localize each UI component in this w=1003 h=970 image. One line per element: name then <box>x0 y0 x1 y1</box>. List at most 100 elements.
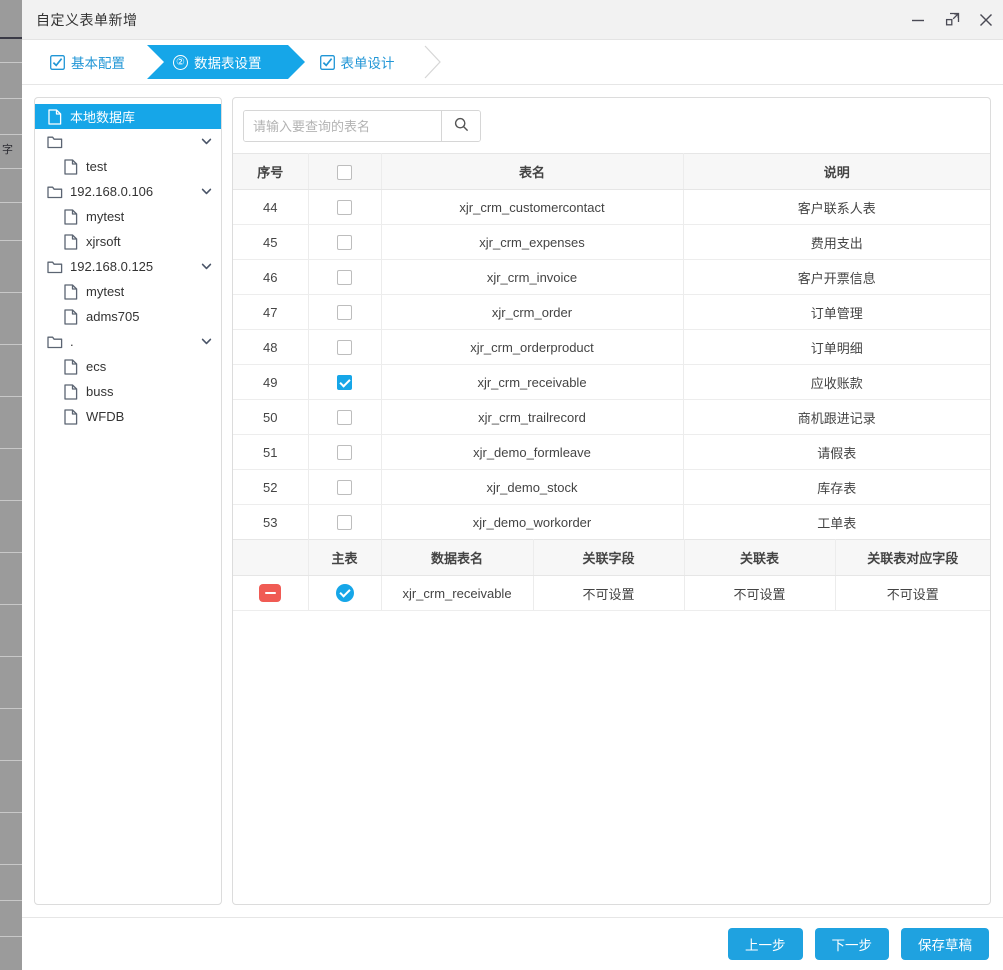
row-checkbox[interactable] <box>337 235 352 251</box>
row-checkbox[interactable] <box>337 375 352 391</box>
table-row[interactable]: 53 xjr_demo_workorder 工单表 <box>233 504 990 540</box>
maximize-button[interactable] <box>935 0 969 40</box>
cell-select <box>308 469 382 505</box>
table-row[interactable]: 46 xjr_crm_invoice 客户开票信息 <box>233 259 990 295</box>
chevron-down-icon[interactable] <box>200 260 213 273</box>
row-checkbox[interactable] <box>337 445 352 461</box>
chevron-down-icon[interactable] <box>200 185 213 198</box>
cell-select <box>308 259 382 295</box>
cell-relation-table[interactable]: 不可设置 <box>684 575 836 611</box>
select-all-checkbox[interactable] <box>337 164 352 180</box>
tree-item-buss[interactable]: buss <box>35 379 221 404</box>
tree-item-mytest[interactable]: mytest <box>35 279 221 304</box>
tree-item-label: 192.168.0.106 <box>70 184 154 199</box>
step-basic-config[interactable]: 基本配置 <box>36 45 151 79</box>
relation-grid-body: xjr_crm_receivable 不可设置 不可设置 不可设置 <box>233 575 990 611</box>
col-header-relation-table: 关联表 <box>684 539 836 576</box>
search-input[interactable] <box>244 111 441 141</box>
row-checkbox[interactable] <box>337 515 352 531</box>
cell-main-table <box>308 575 382 611</box>
col-header-seq: 序号 <box>233 153 309 190</box>
col-header-description: 说明 <box>683 153 990 190</box>
cell-select <box>308 434 382 470</box>
table-row[interactable]: 47 xjr_crm_order 订单管理 <box>233 294 990 330</box>
tree-item-192.168.0.125[interactable]: 192.168.0.125 <box>35 254 221 279</box>
cell-description: 客户开票信息 <box>683 259 990 295</box>
cell-select <box>308 294 382 330</box>
row-checkbox[interactable] <box>337 270 352 286</box>
cell-data-table-name: xjr_crm_receivable <box>381 575 534 611</box>
save-draft-button[interactable]: 保存草稿 <box>901 928 989 960</box>
table-row[interactable]: 52 xjr_demo_stock 库存表 <box>233 469 990 505</box>
table-row[interactable]: 48 xjr_crm_orderproduct 订单明细 <box>233 329 990 365</box>
tree-item-adms705[interactable]: adms705 <box>35 304 221 329</box>
row-checkbox[interactable] <box>337 200 352 216</box>
cell-relation-field[interactable]: 不可设置 <box>533 575 685 611</box>
tree-item-n1[interactable] <box>35 129 221 154</box>
col-header-relation-field: 关联字段 <box>533 539 685 576</box>
col-header-table-name: 表名 <box>381 153 684 190</box>
minus-circle-icon[interactable] <box>259 584 282 602</box>
cell-relation-target-field[interactable]: 不可设置 <box>835 575 990 611</box>
folder-icon <box>47 134 63 150</box>
cell-seq: 52 <box>233 469 309 505</box>
cell-seq: 50 <box>233 399 309 435</box>
minimize-button[interactable] <box>901 0 935 40</box>
tree-item-label: 本地数据库 <box>70 110 136 125</box>
tree-item-test[interactable]: test <box>35 154 221 179</box>
close-button[interactable] <box>969 0 1003 40</box>
main-table-radio[interactable] <box>335 584 354 602</box>
tree-item-192.168.0.106[interactable]: 192.168.0.106 <box>35 179 221 204</box>
table-row[interactable]: 51 xjr_demo_formleave 请假表 <box>233 434 990 470</box>
tree-item-label: adms705 <box>86 309 140 324</box>
file-icon <box>63 358 79 375</box>
tables-grid-header-row: 序号 表名 说明 <box>233 153 990 190</box>
dialog-titlebar: 自定义表单新增 <box>22 0 1003 40</box>
search-field-wrapper <box>243 110 481 142</box>
row-checkbox[interactable] <box>337 480 352 496</box>
tree-item-WFDB[interactable]: WFDB <box>35 404 221 429</box>
file-icon <box>63 308 79 325</box>
cell-description: 商机跟进记录 <box>683 399 990 435</box>
row-checkbox[interactable] <box>337 340 352 356</box>
cell-description: 请假表 <box>683 434 990 470</box>
chevron-down-icon[interactable] <box>200 135 213 148</box>
next-step-button[interactable]: 下一步 <box>814 928 889 960</box>
relation-grid: 主表 数据表名 关联字段 关联表 关联表对应字段 xjr_crm_receiva… <box>233 539 990 611</box>
prev-step-button[interactable]: 上一步 <box>728 928 803 960</box>
tree-item-mytest[interactable]: mytest <box>35 204 221 229</box>
relation-grid-header-row: 主表 数据表名 关联字段 关联表 关联表对应字段 <box>233 539 990 576</box>
row-checkbox[interactable] <box>337 410 352 426</box>
tree-item-xjrsoft[interactable]: xjrsoft <box>35 229 221 254</box>
background-table-strip: 字 <box>0 0 22 970</box>
col-header-action <box>233 539 309 576</box>
cell-seq: 44 <box>233 189 309 225</box>
dialog-body: 本地数据库 test 192.168.0.106 mytest xjrsoft 192.1… <box>22 85 1003 905</box>
table-row[interactable]: 45 xjr_crm_expenses 费用支出 <box>233 224 990 260</box>
cell-table-name: xjr_crm_expenses <box>381 224 684 260</box>
custom-form-dialog: 自定义表单新增 基本配置 ② 数据表设置 表单设计 本地数据库 test 192… <box>22 0 1003 970</box>
tree-item-n0[interactable]: 本地数据库 <box>35 104 221 129</box>
table-row[interactable]: 50 xjr_crm_trailrecord 商机跟进记录 <box>233 399 990 435</box>
chevron-down-icon[interactable] <box>200 335 213 348</box>
cell-seq: 47 <box>233 294 309 330</box>
table-row[interactable]: 44 xjr_crm_customercontact 客户联系人表 <box>233 189 990 225</box>
step-indicator: 基本配置 ② 数据表设置 表单设计 <box>22 40 1003 85</box>
search-button[interactable] <box>441 111 480 141</box>
tree-item-.[interactable]: . <box>35 329 221 354</box>
cell-description: 库存表 <box>683 469 990 505</box>
row-checkbox[interactable] <box>337 305 352 321</box>
tree-item-label: xjrsoft <box>86 234 121 249</box>
table-row[interactable]: 49 xjr_crm_receivable 应收账款 <box>233 364 990 400</box>
cell-description: 订单明细 <box>683 329 990 365</box>
cell-seq: 45 <box>233 224 309 260</box>
col-header-data-table-name: 数据表名 <box>381 539 534 576</box>
step-datatable-settings[interactable]: ② 数据表设置 <box>147 45 304 79</box>
tree-item-ecs[interactable]: ecs <box>35 354 221 379</box>
cell-seq: 51 <box>233 434 309 470</box>
cell-table-name: xjr_crm_trailrecord <box>381 399 684 435</box>
cell-table-name: xjr_crm_customercontact <box>381 189 684 225</box>
cell-select <box>308 189 382 225</box>
step-form-design[interactable]: 表单设计 <box>306 45 421 79</box>
